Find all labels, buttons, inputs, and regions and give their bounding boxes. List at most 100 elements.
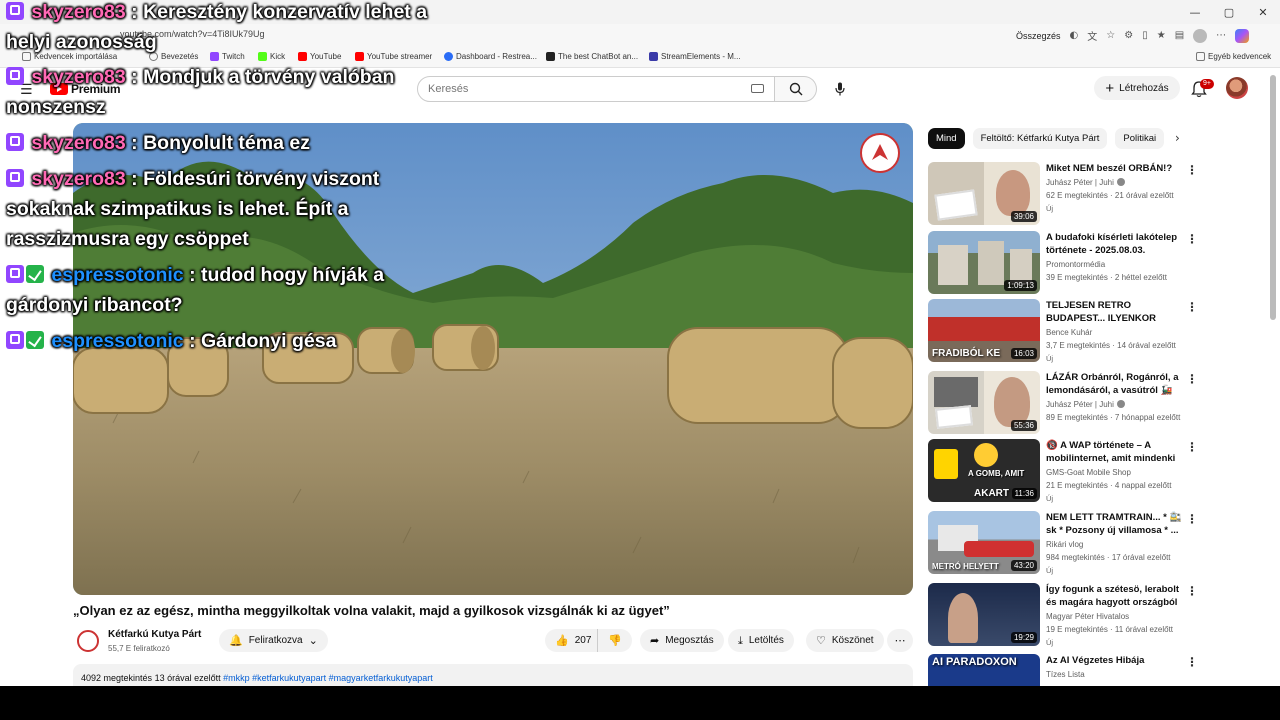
bookmark-other[interactable]: Egyéb kedvencek: [1196, 52, 1271, 61]
chat-username: espressotonic: [51, 330, 184, 352]
dislike-button[interactable]: 👎: [597, 629, 632, 652]
recommendation-item[interactable]: A GOMB, AMIT AKART 11:36 🔞 A WAP történe…: [928, 439, 1208, 505]
more-vertical-icon[interactable]: ⋮: [1186, 300, 1198, 314]
rec-meta: 3,7 E megtekintés · 14 órával ezelőtt: [1046, 341, 1176, 350]
chip-political[interactable]: Politikai: [1115, 128, 1165, 149]
more-vertical-icon[interactable]: ⋮: [1186, 512, 1198, 526]
download-icon: ⤓: [738, 633, 743, 647]
screen: — ▢ ✕ youtube.com/watch?v=4Ti8IUk79Ug Ös…: [0, 0, 1280, 720]
more-actions-button[interactable]: ⋯: [887, 629, 913, 652]
rec-title: Az AI Végzetes Hibája: [1046, 655, 1145, 666]
streamelements-icon: [649, 52, 658, 61]
verified-icon: [1116, 178, 1125, 186]
view-count: 4092 megtekintés: [81, 673, 153, 683]
split-screen-icon[interactable]: ▯: [1142, 30, 1148, 41]
thanks-button[interactable]: ♡ Köszönet: [806, 629, 884, 652]
twitch-badge-icon: [6, 67, 24, 85]
rec-title: Így fogunk a szétesö, lerabolt és magára…: [1046, 584, 1180, 608]
close-icon[interactable]: ✕: [1246, 0, 1280, 24]
search-input[interactable]: [428, 83, 728, 95]
channel-name[interactable]: Kétfarkú Kutya Párt: [108, 629, 201, 640]
more-vertical-icon[interactable]: ⋮: [1186, 163, 1198, 177]
keyboard-icon[interactable]: [751, 84, 764, 93]
maximize-icon[interactable]: ▢: [1212, 0, 1246, 24]
rec-channel: Juhász Péter | Juhi: [1046, 178, 1125, 187]
more-vertical-icon[interactable]: ⋮: [1186, 232, 1198, 246]
rec-channel: Tízes Lista: [1046, 670, 1085, 679]
thumbnail: METRÓ HELYETT 43:20: [928, 511, 1040, 574]
download-button[interactable]: ⤓ Letöltés: [728, 629, 794, 652]
thumbs-down-icon: 👎: [608, 634, 622, 647]
recommendation-item[interactable]: 39:06 Miket NEM beszél ORBÁN!? Juhász Pé…: [928, 162, 1208, 228]
rec-title: TELJESEN RETRO BUDAPEST... ILYENKOR FORO…: [1046, 300, 1156, 324]
twitch-badge-icon: [6, 169, 24, 187]
more-menu-icon[interactable]: ⋯: [1216, 30, 1226, 41]
recommendation-item[interactable]: 19:29 Így fogunk a szétesö, lerabolt és …: [928, 583, 1208, 649]
recommendation-item[interactable]: METRÓ HELYETT 43:20 NEM LETT TRAMTRAIN..…: [928, 511, 1208, 577]
recommendation-item[interactable]: 1:09:13 A budafoki kísérleti lakótelep t…: [928, 231, 1208, 297]
more-vertical-icon[interactable]: ⋮: [1186, 372, 1198, 386]
chip-uploader[interactable]: Feltöltő: Kétfarkú Kutya Párt: [972, 128, 1108, 149]
profile-icon[interactable]: [1193, 28, 1208, 43]
recommendation-item[interactable]: AI PARADOXON Az AI Végzetes Hibája Tízes…: [928, 654, 1208, 686]
scrollbar[interactable]: [1270, 75, 1276, 320]
chevron-right-icon[interactable]: ›: [1175, 131, 1180, 145]
create-button[interactable]: + Létrehozás: [1094, 76, 1180, 100]
thumbnail-text: AKART: [974, 488, 1009, 499]
collections-icon[interactable]: ▤: [1175, 30, 1184, 41]
chat-message: espressotonic : tudod hogy hívják a gárd…: [6, 260, 466, 320]
search-button[interactable]: [775, 76, 817, 102]
filter-chips: Mind Feltöltő: Kétfarkú Kutya Párt Polit…: [928, 128, 1165, 149]
share-button[interactable]: ➦ Megosztás: [640, 629, 724, 652]
rec-meta: 19 E megtekintés · 11 órával ezelőtt: [1046, 625, 1174, 634]
duration: 1:09:13: [1004, 280, 1037, 291]
rec-channel: Rikári vlog: [1046, 540, 1084, 549]
extensions-icon[interactable]: ⚙: [1124, 30, 1133, 41]
subscribed-button[interactable]: 🔔 Feliratkozva ⌄: [219, 629, 328, 652]
duration: 16:03: [1010, 348, 1037, 359]
new-badge: Új: [1046, 494, 1054, 503]
thumbnail-text: AI PARADOXON: [932, 656, 1017, 668]
chat-text: : Bonyolult téma ez: [131, 132, 310, 154]
copilot-icon[interactable]: [1235, 28, 1250, 43]
twitch-badge-icon: [6, 2, 24, 20]
rec-meta: 39 E megtekintés · 2 héttel ezelőtt: [1046, 273, 1167, 282]
bookmark-chatbot[interactable]: The best ChatBot an...: [546, 52, 638, 61]
summary-button[interactable]: Összegzés: [1016, 31, 1061, 41]
recommendation-item[interactable]: FRADIBÓL KE 16:03 TELJESEN RETRO BUDAPES…: [928, 299, 1208, 365]
chat-username: skyzero83: [31, 132, 126, 154]
microphone-icon: [835, 82, 845, 96]
voice-search-button[interactable]: [826, 76, 854, 102]
more-vertical-icon[interactable]: ⋮: [1186, 440, 1198, 454]
channel-watermark-logo[interactable]: [860, 133, 900, 173]
like-button[interactable]: 👍 207: [545, 629, 600, 652]
chat-username: skyzero83: [31, 168, 126, 190]
reader-icon[interactable]: ◐: [1070, 30, 1079, 41]
rec-title: 🔞 A WAP története – A mobilinternet, ami…: [1046, 440, 1176, 464]
download-label: Letöltés: [748, 635, 784, 646]
thumbnail-text: METRÓ HELYETT: [932, 562, 999, 571]
chat-message: skyzero83 : Keresztény konzervatív lehet…: [6, 0, 466, 57]
chat-username: skyzero83: [31, 1, 126, 23]
video-title: „Olyan ez az egész, mintha meggyilkoltak…: [73, 603, 670, 618]
bookmark-streamelements[interactable]: StreamElements - M...: [649, 52, 741, 61]
favorites-icon[interactable]: ★: [1157, 30, 1166, 41]
rec-meta: 984 megtekintés · 17 órával ezelőtt: [1046, 553, 1171, 562]
rec-meta: 62 E megtekintés · 21 órával ezelőtt: [1046, 191, 1174, 200]
chat-text: : Gárdonyi gésa: [189, 330, 337, 352]
hashtags[interactable]: #mkkp #ketfarkukutyapart #magyarketfarku…: [223, 673, 433, 683]
thumbnail: 1:09:13: [928, 231, 1040, 294]
rec-channel: Promontormédia: [1046, 260, 1106, 269]
chip-all[interactable]: Mind: [928, 128, 965, 149]
thumbnail: 39:06: [928, 162, 1040, 225]
recommendation-item[interactable]: 55:36 LÁZÁR Orbánról, Rogánról, a lemond…: [928, 371, 1208, 437]
star-icon[interactable]: ☆: [1106, 30, 1115, 41]
translate-icon[interactable]: 文: [1087, 28, 1097, 43]
rec-title: NEM LETT TRAMTRAIN... * 🚉 sk * Pozsony ú…: [1046, 512, 1182, 536]
channel-avatar[interactable]: [77, 630, 99, 652]
more-vertical-icon[interactable]: ⋮: [1186, 584, 1198, 598]
chat-username: espressotonic: [51, 264, 184, 286]
avatar[interactable]: [1226, 77, 1248, 99]
more-vertical-icon[interactable]: ⋮: [1186, 655, 1198, 669]
minimize-icon[interactable]: —: [1178, 0, 1212, 24]
